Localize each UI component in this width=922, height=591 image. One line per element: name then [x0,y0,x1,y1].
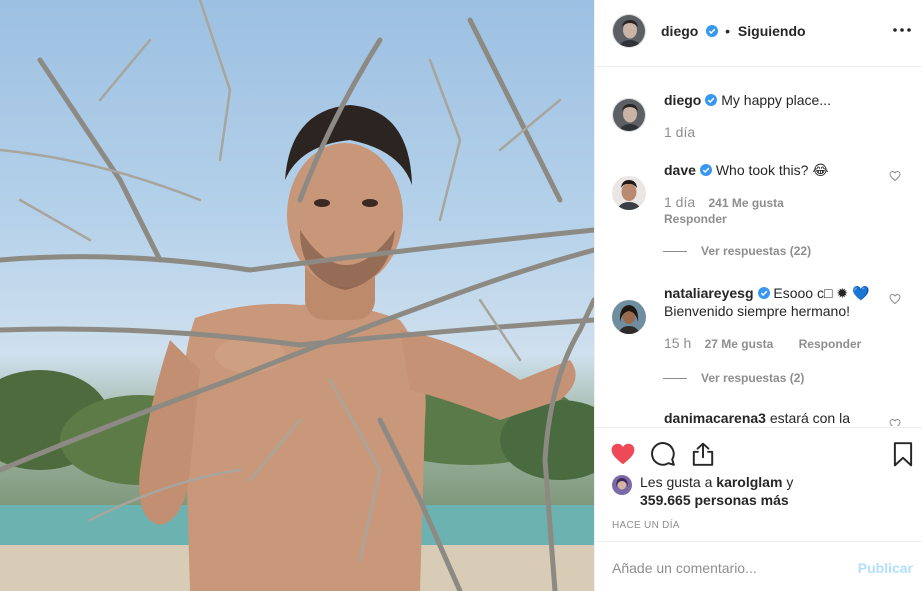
more-options-icon[interactable] [891,22,913,38]
bookmark-icon[interactable] [890,441,916,467]
comment-likes[interactable]: 241 Me gusta [708,196,783,210]
comment-body-line2: Bienvenido siempre hermano! [664,303,850,319]
view-replies-label: Ver respuestas (22) [701,244,812,258]
comment-text: nataliareyesg Esooo c□ ✹ 💙 Bienvenido si… [664,284,886,320]
comment-text: danimacarena3 estará con la [664,409,886,426]
post-timestamp[interactable]: HACE UN DÍA [612,520,680,531]
liker-avatar[interactable] [612,475,632,495]
heart-filled-icon[interactable] [610,441,636,467]
post-actions: Les gusta a karolglam y 359.665 personas… [595,427,922,541]
author-avatar[interactable] [612,98,646,132]
commenter-avatar[interactable] [612,300,646,334]
post-photo[interactable] [0,0,594,591]
caption-meta: 1 día [664,124,695,140]
commenter-avatar[interactable] [612,176,646,210]
caption-text: diego My happy place... [664,91,886,109]
replies-divider [663,251,687,253]
comment-input[interactable] [612,558,842,578]
commenter-username[interactable]: dave [664,162,696,178]
caption-username[interactable]: diego [664,92,701,108]
post-header: diego • Siguiendo [595,0,922,67]
replies-divider [663,378,687,380]
comment-time[interactable]: 15 h [664,335,691,351]
comment-like-heart-icon[interactable] [889,170,901,182]
verified-badge-icon [699,164,712,176]
comment-like-heart-icon[interactable] [889,293,901,305]
view-replies-label: Ver respuestas (2) [701,371,805,385]
comment-like-heart-icon[interactable] [889,418,901,426]
comment-time[interactable]: 1 día [664,194,695,210]
comment-bubble-icon[interactable] [650,441,676,467]
verified-badge-icon [706,25,719,37]
author-username[interactable]: diego [661,23,698,39]
comments-list[interactable]: diego My happy place... 1 día dave Who t… [595,68,922,426]
commenter-username[interactable]: danimacarena3 [664,410,766,426]
photo-illustration [0,0,594,591]
comment-body: estará con la [769,410,851,426]
comment-reply-row: Responder [664,212,727,226]
share-icon[interactable] [690,441,716,467]
post-sidebar: diego • Siguiendo diego My happy place..… [594,0,922,591]
separator-dot: • [725,23,731,39]
verified-badge-icon [705,94,718,106]
comment-body: Who took this? 😂 [715,162,829,178]
likes-summary: Les gusta a karolglam y 359.665 personas… [640,473,840,509]
liker-username[interactable]: karolglam [716,474,782,490]
add-comment-bar: Publicar [595,541,922,591]
reply-button[interactable]: Responder [799,337,862,351]
comment-meta: 1 día 241 Me gusta [664,194,784,210]
view-replies-button[interactable]: Ver respuestas (2) [663,371,804,385]
caption-time[interactable]: 1 día [664,124,695,140]
verified-badge-icon [757,287,770,299]
comment-body-line1: Esooo c□ ✹ 💙 [773,285,870,301]
reply-button[interactable]: Responder [664,212,727,226]
publish-button[interactable]: Publicar [858,560,913,576]
author-avatar[interactable] [612,14,646,48]
likes-prefix: Les gusta a [640,474,713,490]
comment-likes[interactable]: 27 Me gusta [705,337,774,351]
following-button[interactable]: Siguiendo [738,23,806,39]
comment-text: dave Who took this? 😂 [664,161,886,179]
comment-meta: 15 h 27 Me gusta Responder [664,335,861,351]
likes-count[interactable]: 359.665 personas más [640,492,789,508]
view-replies-button[interactable]: Ver respuestas (22) [663,244,811,258]
likes-joiner: y [786,474,794,490]
caption-body: My happy place... [721,92,831,108]
commenter-username[interactable]: nataliareyesg [664,285,754,301]
